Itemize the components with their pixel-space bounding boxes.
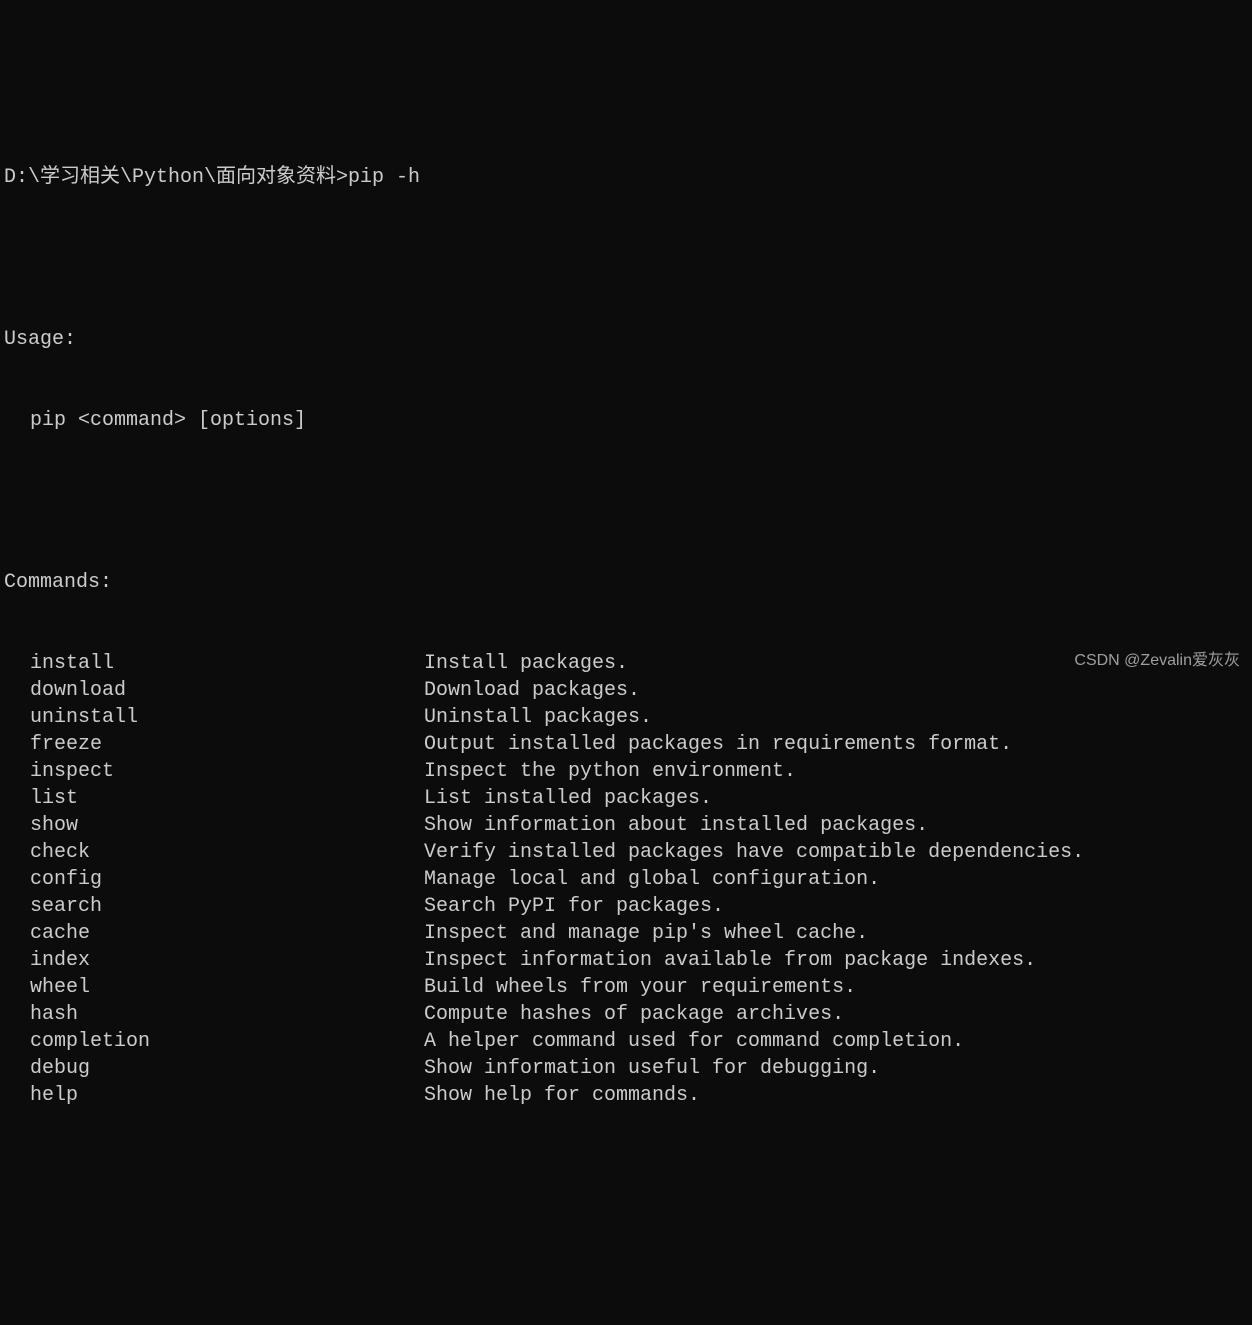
watermark: CSDN @Zevalin爱灰灰	[1074, 650, 1240, 672]
command-row: configManage local and global configurat…	[4, 866, 1248, 893]
blank-line	[4, 488, 1248, 515]
command-description: Compute hashes of package archives.	[424, 1001, 844, 1028]
command-name: install	[4, 650, 424, 677]
command-row: freezeOutput installed packages in requi…	[4, 731, 1248, 758]
command-row: debugShow information useful for debuggi…	[4, 1055, 1248, 1082]
command-description: Manage local and global configuration.	[424, 866, 880, 893]
command-name: freeze	[4, 731, 424, 758]
command-description: Show help for commands.	[424, 1082, 700, 1109]
command-name: wheel	[4, 974, 424, 1001]
command-name: uninstall	[4, 704, 424, 731]
command-row: inspectInspect the python environment.	[4, 758, 1248, 785]
command-description: List installed packages.	[424, 785, 712, 812]
command-row: cacheInspect and manage pip's wheel cach…	[4, 920, 1248, 947]
command-name: completion	[4, 1028, 424, 1055]
command-description: Search PyPI for packages.	[424, 893, 724, 920]
command-row: installInstall packages.	[4, 650, 1248, 677]
command-row: helpShow help for commands.	[4, 1082, 1248, 1109]
command-description: Inspect the python environment.	[424, 758, 796, 785]
usage-header: Usage:	[4, 326, 1248, 353]
command-name: search	[4, 893, 424, 920]
command-description: Build wheels from your requirements.	[424, 974, 856, 1001]
command-row: searchSearch PyPI for packages.	[4, 893, 1248, 920]
blank-line	[4, 245, 1248, 272]
command-name: help	[4, 1082, 424, 1109]
prompt-command: pip -h	[348, 166, 420, 189]
command-description: Install packages.	[424, 650, 628, 677]
command-row: showShow information about installed pac…	[4, 812, 1248, 839]
commands-list: installInstall packages.downloadDownload…	[4, 650, 1248, 1109]
command-description: Inspect and manage pip's wheel cache.	[424, 920, 868, 947]
terminal-output[interactable]: D:\学习相关\Python\面向对象资料>pip -h Usage: pip …	[4, 110, 1248, 1136]
command-row: listList installed packages.	[4, 785, 1248, 812]
command-row: uninstallUninstall packages.	[4, 704, 1248, 731]
command-description: Inspect information available from packa…	[424, 947, 1036, 974]
command-name: config	[4, 866, 424, 893]
command-row: hashCompute hashes of package archives.	[4, 1001, 1248, 1028]
command-description: Uninstall packages.	[424, 704, 652, 731]
command-name: download	[4, 677, 424, 704]
command-name: index	[4, 947, 424, 974]
commands-header: Commands:	[4, 569, 1248, 596]
command-row: completionA helper command used for comm…	[4, 1028, 1248, 1055]
command-name: hash	[4, 1001, 424, 1028]
command-row: indexInspect information available from …	[4, 947, 1248, 974]
command-row: wheelBuild wheels from your requirements…	[4, 974, 1248, 1001]
prompt-path: D:\学习相关\Python\面向对象资料>	[4, 166, 348, 189]
command-name: inspect	[4, 758, 424, 785]
command-name: check	[4, 839, 424, 866]
command-row: checkVerify installed packages have comp…	[4, 839, 1248, 866]
command-description: Show information useful for debugging.	[424, 1055, 880, 1082]
command-name: show	[4, 812, 424, 839]
usage-line: pip <command> [options]	[4, 407, 1248, 434]
command-name: list	[4, 785, 424, 812]
command-description: Verify installed packages have compatibl…	[424, 839, 1084, 866]
command-name: debug	[4, 1055, 424, 1082]
command-description: Download packages.	[424, 677, 640, 704]
command-name: cache	[4, 920, 424, 947]
command-description: A helper command used for command comple…	[424, 1028, 964, 1055]
command-description: Output installed packages in requirement…	[424, 731, 1012, 758]
command-row: downloadDownload packages.	[4, 677, 1248, 704]
command-description: Show information about installed package…	[424, 812, 928, 839]
prompt-line: D:\学习相关\Python\面向对象资料>pip -h	[4, 164, 1248, 191]
